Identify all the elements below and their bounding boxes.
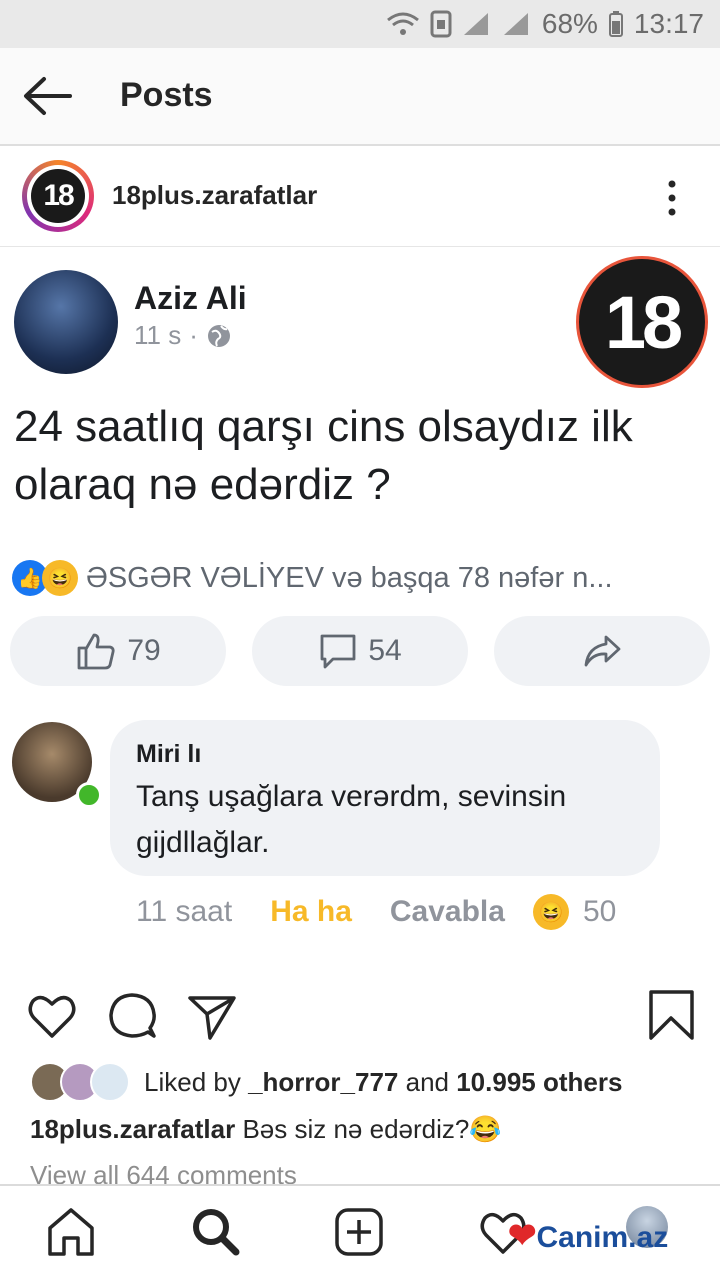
liker-avatar xyxy=(90,1062,130,1102)
post-image[interactable]: Aziz Ali 11 s · 18 24 saatlıq qarşı cins… xyxy=(0,250,720,970)
sim-icon xyxy=(430,10,452,38)
watermark-heart-icon: ❤ xyxy=(508,1217,537,1255)
signal-icon-2 xyxy=(503,13,528,35)
like-count: 79 xyxy=(127,634,161,667)
reactions-summary-text: ƏSGƏR VƏLİYEV və başqa 78 nəfər n... xyxy=(86,561,613,594)
page-title: Posts xyxy=(120,76,213,114)
comment-icon[interactable] xyxy=(106,990,158,1042)
commenter-name: Miri lı xyxy=(136,740,202,768)
account-avatar-logo: 18 xyxy=(31,169,85,223)
search-icon[interactable] xyxy=(190,1206,240,1258)
share-icon[interactable] xyxy=(186,990,238,1042)
status-bar: 68% 13:17 xyxy=(0,0,720,48)
comment-reaction-label: Ha ha xyxy=(270,895,352,928)
haha-reaction-icon: 😆 xyxy=(42,560,78,596)
author-avatar xyxy=(14,270,118,374)
comment-reply-label: Cavabla xyxy=(389,895,505,928)
haha-reaction-icon: 😆 xyxy=(532,894,569,930)
caption-text: Bəs siz nə edərdiz?😂 xyxy=(235,1114,502,1144)
post-time-text: 11 s xyxy=(134,320,182,350)
brand-logo-text: 18 xyxy=(604,280,683,364)
likes-middle: and xyxy=(398,1066,457,1097)
wifi-icon xyxy=(386,12,419,35)
comment-time: 11 saat xyxy=(136,895,233,928)
post-time: 11 s · xyxy=(134,320,232,351)
account-avatar[interactable]: 18 xyxy=(22,160,94,232)
comment-bubble-icon xyxy=(320,634,356,669)
watermark-text: Canim.az xyxy=(536,1221,669,1254)
heart-icon[interactable] xyxy=(26,990,78,1042)
bottom-nav: ❤Canim.az xyxy=(0,1184,720,1282)
watermark-logo: ❤Canim.az xyxy=(508,1216,668,1256)
new-post-icon[interactable] xyxy=(334,1206,384,1258)
globe-icon xyxy=(207,324,230,347)
comment-meta: 11 saat Ha ha Cavabla 😆 50 xyxy=(136,894,616,930)
battery-icon xyxy=(608,11,623,37)
battery-percent: 68% xyxy=(541,8,598,39)
back-arrow-icon[interactable] xyxy=(22,76,72,116)
signal-icon xyxy=(463,13,488,35)
comment-button: 54 xyxy=(252,616,468,686)
post-actions xyxy=(0,984,720,1048)
likes-summary[interactable]: Liked by _horror_777 and 10.995 others xyxy=(30,1062,622,1102)
app-bar: Posts xyxy=(0,48,720,146)
share-button xyxy=(494,616,710,686)
likes-user[interactable]: _horror_777 xyxy=(248,1067,398,1098)
likes-others[interactable]: 10.995 others xyxy=(456,1067,622,1098)
comment-bubble: Miri lı Tanş uşağlara verərdm, sevinsin … xyxy=(110,720,660,876)
like-button: 79 xyxy=(10,616,226,686)
post-header: 18 18plus.zarafatlar xyxy=(0,148,720,247)
author-name: Aziz Ali xyxy=(134,280,247,316)
bookmark-icon[interactable] xyxy=(646,990,698,1042)
caption-username[interactable]: 18plus.zarafatlar xyxy=(30,1114,235,1144)
online-status-dot xyxy=(76,782,102,808)
comment-reaction-count: 50 xyxy=(582,895,617,928)
more-options-icon[interactable] xyxy=(660,178,684,218)
home-icon[interactable] xyxy=(46,1206,96,1258)
account-username[interactable]: 18plus.zarafatlar xyxy=(112,180,317,211)
caption: 18plus.zarafatlar Bəs siz nə edərdiz?😂 xyxy=(30,1114,502,1145)
thumbs-up-icon xyxy=(77,633,115,670)
reactions-summary: 👍 😆 ƏSGƏR VƏLİYEV və başqa 78 nəfər n... xyxy=(12,560,613,596)
comment-text: Tanş uşağlara verərdm, sevinsin gijdllağ… xyxy=(136,780,567,859)
comment-count: 54 xyxy=(368,634,402,667)
post-text: 24 saatlıq qarşı cins olsaydız ilk olara… xyxy=(14,402,633,509)
likes-prefix: Liked by xyxy=(144,1066,249,1097)
clock: 13:17 xyxy=(633,8,704,39)
brand-logo: 18 xyxy=(576,256,708,388)
share-arrow-icon xyxy=(584,635,621,667)
